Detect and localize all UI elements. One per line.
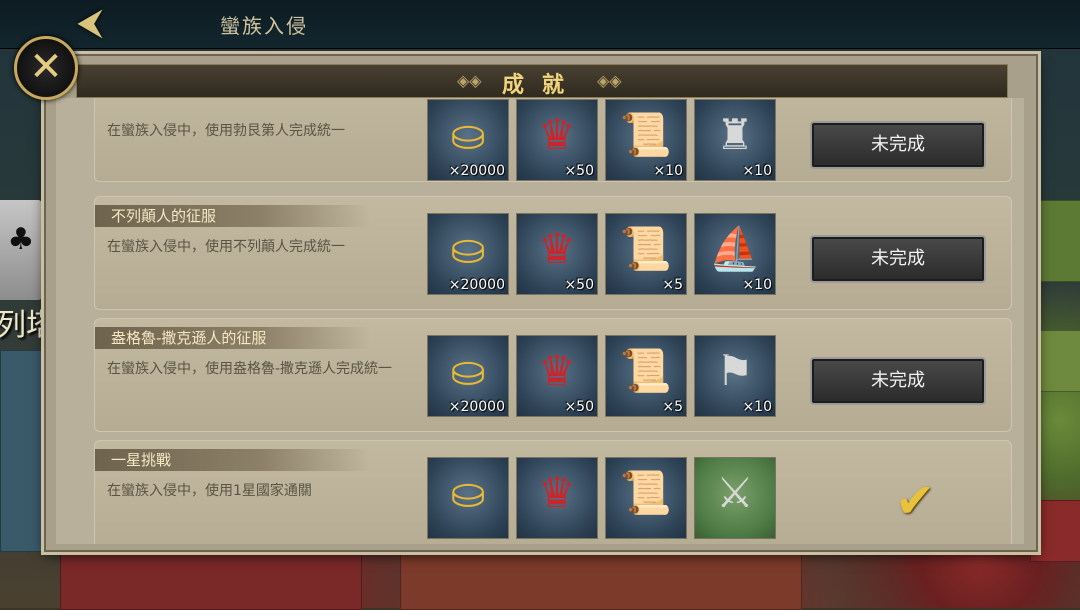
achievement-title: 盎格魯-撒克遜人的征服 <box>95 327 371 349</box>
reward-slot[interactable]: ⛀ ×20000 <box>427 99 509 181</box>
achievement-description: 在蠻族入侵中，使用1星國家通關 <box>107 483 312 499</box>
reward-slot[interactable]: ⚑ ×10 <box>694 335 776 417</box>
reward-quantity: ×10 <box>653 163 683 179</box>
achievement-description: 在蠻族入侵中，使用不列顛人完成統一 <box>107 239 345 255</box>
reward-slot[interactable]: 📜 ×5 <box>605 335 687 417</box>
faction-banner: ♣ <box>0 200 42 300</box>
screen-title: 蠻族入侵 <box>220 14 308 38</box>
ship-piece-icon: ⛵ <box>708 224 762 273</box>
gold-coins-icon: ⛀ <box>450 110 486 159</box>
reward-quantity: ×10 <box>742 277 772 293</box>
crest-medal-icon: ♛ <box>538 224 576 273</box>
scroll-icon: 📜 <box>619 468 673 517</box>
siege-tower-piece-icon: ♜ <box>716 110 754 159</box>
achievement-title: 不列顛人的征服 <box>95 205 371 227</box>
achievement-row: 不列顛人的征服 在蠻族入侵中，使用不列顛人完成統一 ⛀ ×20000 ♛ ×50… <box>94 196 1012 310</box>
reward-slot[interactable]: ⛀ ×20000 <box>427 213 509 295</box>
reward-slot[interactable]: ♛ ×50 <box>516 213 598 295</box>
reward-quantity: ×5 <box>662 277 683 293</box>
map-region <box>0 350 42 552</box>
map-region <box>60 550 362 610</box>
gold-coins-icon: ⛀ <box>450 224 486 273</box>
status-button[interactable]: 未完成 <box>810 357 986 405</box>
crest-medal-icon: ♛ <box>538 110 576 159</box>
reward-slot[interactable]: ♛ <box>516 457 598 539</box>
crest-medal-icon: ♛ <box>538 346 576 395</box>
reward-slot[interactable]: ♜ ×10 <box>694 99 776 181</box>
gold-coins-icon: ⛀ <box>450 346 486 395</box>
ermine-icon: ♣ <box>7 222 35 257</box>
gold-coins-icon: ⛀ <box>450 468 486 517</box>
achievements-dialog: ◈◈ 成就 ◈◈ 在蠻族入侵中，使用勃艮第人完成統一 ⛀ ×20000 ♛ ×5… <box>44 54 1038 552</box>
close-icon: ✕ <box>29 44 63 90</box>
map-region <box>1040 330 1080 392</box>
ornament-right-icon: ◈◈ <box>597 71 622 90</box>
reward-slot[interactable]: ⚔ <box>694 457 776 539</box>
reward-slot[interactable]: 📜 <box>605 457 687 539</box>
scroll-icon: 📜 <box>619 346 673 395</box>
achievement-row: 在蠻族入侵中，使用勃艮第人完成統一 ⛀ ×20000 ♛ ×50 📜 ×10 ♜… <box>94 98 1012 182</box>
crest-medal-icon: ♛ <box>538 468 576 517</box>
reward-quantity: ×5 <box>662 399 683 415</box>
dialog-header: ◈◈ 成就 ◈◈ <box>76 64 1008 98</box>
reward-slot[interactable]: ♛ ×50 <box>516 99 598 181</box>
top-bar: ⮜ 蠻族入侵 <box>0 0 1080 49</box>
reward-slot[interactable]: ⛵ ×10 <box>694 213 776 295</box>
reward-quantity: ×50 <box>564 399 594 415</box>
reward-quantity: ×20000 <box>448 163 505 179</box>
achievement-row: 一星挑戰 在蠻族入侵中，使用1星國家通關 ⛀ ♛ 📜 ⚔ ✔ <box>94 440 1012 544</box>
catapult-piece-icon: ⚑ <box>716 346 754 395</box>
achievement-description: 在蠻族入侵中，使用勃艮第人完成統一 <box>107 123 345 139</box>
crossed-swords-icon: ⚔ <box>716 468 754 517</box>
back-arrow-icon[interactable]: ⮜ <box>60 4 120 42</box>
reward-quantity: ×10 <box>742 163 772 179</box>
map-region <box>1040 200 1080 282</box>
reward-slot[interactable]: 📜 ×10 <box>605 99 687 181</box>
close-button[interactable]: ✕ <box>14 36 78 100</box>
status-button[interactable]: 未完成 <box>810 235 986 283</box>
dialog-title: 成就 <box>501 73 582 98</box>
reward-quantity: ×50 <box>564 163 594 179</box>
scroll-icon: 📜 <box>619 224 673 273</box>
map-region <box>400 550 802 610</box>
reward-slot[interactable]: ⛀ ×20000 <box>427 335 509 417</box>
scroll-icon: 📜 <box>619 110 673 159</box>
reward-quantity: ×10 <box>742 399 772 415</box>
status-button[interactable]: 未完成 <box>810 121 986 169</box>
achievement-row: 盎格魯-撒克遜人的征服 在蠻族入侵中，使用盎格魯-撒克遜人完成統一 ⛀ ×200… <box>94 318 1012 432</box>
reward-slot[interactable]: 📜 ×5 <box>605 213 687 295</box>
completed-checkmark-icon: ✔ <box>895 473 936 529</box>
reward-slot[interactable]: ♛ ×50 <box>516 335 598 417</box>
reward-quantity: ×20000 <box>448 399 505 415</box>
achievement-description: 在蠻族入侵中，使用盎格魯-撒克遜人完成統一 <box>107 361 393 377</box>
reward-quantity: ×20000 <box>448 277 505 293</box>
achievement-title: 一星挑戰 <box>95 449 371 471</box>
reward-slot[interactable]: ⛀ <box>427 457 509 539</box>
achievement-list[interactable]: 在蠻族入侵中，使用勃艮第人完成統一 ⛀ ×20000 ♛ ×50 📜 ×10 ♜… <box>56 98 1024 544</box>
reward-quantity: ×50 <box>564 277 594 293</box>
